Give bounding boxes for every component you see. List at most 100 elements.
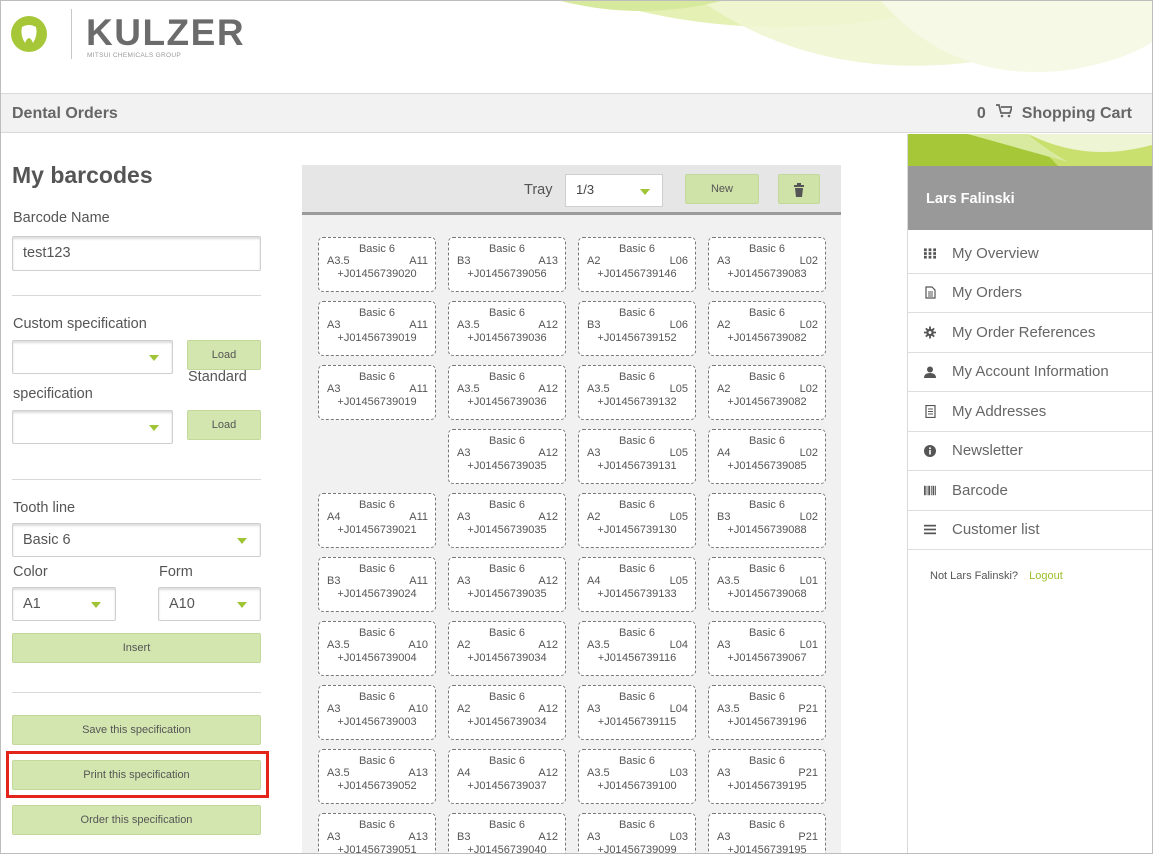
barcode-card[interactable]: Basic 6 B3 A13 +J01456739056 — [448, 237, 566, 292]
barcode-name-input[interactable]: test123 — [12, 236, 261, 271]
barcode-card[interactable]: Basic 6 A3 P21 +J01456739195 — [708, 749, 826, 804]
barcode-card[interactable]: Basic 6 B3 L02 +J01456739088 — [708, 493, 826, 548]
card-tooth-line: Basic 6 — [618, 307, 656, 319]
spec-label: specification — [13, 386, 93, 402]
sidebar-item-my-addresses[interactable]: My Addresses — [908, 392, 1152, 432]
chevron-down-icon — [237, 538, 247, 544]
card-tooth-line: Basic 6 — [748, 371, 786, 383]
barcode-card[interactable]: Basic 6 A3.5 P21 +J01456739196 — [708, 685, 826, 740]
barcode-card[interactable]: Basic 6 A3 L02 +J01456739083 — [708, 237, 826, 292]
barcode-card[interactable]: Basic 6 A3 L03 +J01456739099 — [578, 813, 696, 853]
card-tooth-line: Basic 6 — [618, 243, 656, 255]
card-form: L05 — [669, 383, 688, 395]
card-tooth-line: Basic 6 — [358, 819, 396, 831]
print-button-highlight — [6, 751, 269, 798]
card-color: B3 — [327, 575, 341, 587]
barcode-card[interactable]: Basic 6 A3 L04 +J01456739115 — [578, 685, 696, 740]
color-select[interactable]: A1 — [12, 587, 116, 621]
logout-link[interactable]: Logout — [1029, 570, 1063, 582]
barcode-card[interactable]: Basic 6 B3 A11 +J01456739024 — [318, 557, 436, 612]
card-color: A4 — [457, 767, 471, 779]
card-tooth-line: Basic 6 — [748, 499, 786, 511]
barcode-card[interactable]: Basic 6 A2 L05 +J01456739130 — [578, 493, 696, 548]
form-select[interactable]: A10 — [158, 587, 261, 621]
save-specification-button[interactable]: Save this specification — [12, 715, 261, 745]
kulzer-logo-icon[interactable] — [11, 16, 47, 52]
barcode-card[interactable]: Basic 6 A3.5 A13 +J01456739052 — [318, 749, 436, 804]
card-code: +J01456739195 — [727, 780, 807, 792]
sidebar-item-my-order-references[interactable]: My Order References — [908, 313, 1152, 353]
sidebar-item-my-orders[interactable]: My Orders — [908, 274, 1152, 313]
card-tooth-line: Basic 6 — [618, 499, 656, 511]
barcode-card[interactable]: Basic 6 A3 L01 +J01456739067 — [708, 621, 826, 676]
barcode-card[interactable]: Basic 6 A4 L05 +J01456739133 — [578, 557, 696, 612]
barcode-card[interactable]: Basic 6 A3.5 A12 +J01456739036 — [448, 365, 566, 420]
insert-button[interactable]: Insert — [12, 633, 261, 663]
barcode-card[interactable]: Basic 6 A3.5 A10 +J01456739004 — [318, 621, 436, 676]
barcode-card[interactable]: Basic 6 A3 A12 +J01456739035 — [448, 429, 566, 484]
brand-name[interactable]: KULZER — [86, 12, 245, 54]
barcode-card[interactable]: Basic 6 A3.5 L05 +J01456739132 — [578, 365, 696, 420]
barcode-card[interactable]: Basic 6 A2 L02 +J01456739082 — [708, 301, 826, 356]
tray-select[interactable]: 1/3 — [565, 174, 663, 207]
card-tooth-line: Basic 6 — [358, 563, 396, 575]
barcode-card[interactable]: Basic 6 A3 L05 +J01456739131 — [578, 429, 696, 484]
load-custom-button[interactable]: Load — [187, 340, 261, 370]
barcode-card[interactable]: Basic 6 A3.5 A11 +J01456739020 — [318, 237, 436, 292]
card-form: L06 — [669, 319, 688, 331]
barcode-card[interactable]: Basic 6 A3 A13 +J01456739051 — [318, 813, 436, 853]
sidebar-item-my-account-information[interactable]: My Account Information — [908, 353, 1152, 392]
custom-spec-select[interactable] — [12, 340, 173, 374]
sidebar-item-label: My Orders — [952, 284, 1023, 302]
card-color: A3 — [717, 831, 731, 843]
barcode-card[interactable]: Basic 6 A2 A12 +J01456739034 — [448, 685, 566, 740]
document-icon — [924, 286, 936, 299]
barcode-card[interactable]: Basic 6 A2 A12 +J01456739034 — [448, 621, 566, 676]
card-form: A11 — [409, 383, 428, 395]
barcode-card[interactable]: Basic 6 A3 A12 +J01456739035 — [448, 493, 566, 548]
card-tooth-line: Basic 6 — [748, 243, 786, 255]
barcode-card[interactable]: Basic 6 A2 L06 +J01456739146 — [578, 237, 696, 292]
barcode-card[interactable]: Basic 6 A4 A12 +J01456739037 — [448, 749, 566, 804]
barcode-card[interactable]: Basic 6 B3 L06 +J01456739152 — [578, 301, 696, 356]
standard-spec-select[interactable] — [12, 410, 173, 444]
barcode-card[interactable]: Basic 6 A3 P21 +J01456739195 — [708, 813, 826, 853]
barcode-card[interactable]: Basic 6 A3.5 L03 +J01456739100 — [578, 749, 696, 804]
barcode-card[interactable]: Basic 6 A3.5 A12 +J01456739036 — [448, 301, 566, 356]
sidebar-item-newsletter[interactable]: Newsletter — [908, 432, 1152, 471]
sidebar-item-label: My Overview — [952, 244, 1039, 262]
cart-label: Shopping Cart — [1021, 104, 1132, 122]
barcode-card[interactable]: Basic 6 A3 A11 +J01456739019 — [318, 365, 436, 420]
barcode-card[interactable]: Basic 6 A3 A12 +J01456739035 — [448, 557, 566, 612]
barcode-card[interactable]: Basic 6 A4 A11 +J01456739021 — [318, 493, 436, 548]
form-label: Form — [159, 564, 193, 580]
barcode-card[interactable]: Basic 6 A3 A10 +J01456739003 — [318, 685, 436, 740]
barcode-card[interactable]: Basic 6 A3.5 L01 +J01456739068 — [708, 557, 826, 612]
card-code: +J01456739131 — [597, 460, 677, 472]
sidebar-item-customer-list[interactable]: Customer list — [908, 511, 1152, 550]
sidebar-item-my-overview[interactable]: My Overview — [908, 234, 1152, 274]
load-standard-button[interactable]: Load — [187, 410, 261, 440]
order-specification-button[interactable]: Order this specification — [12, 805, 261, 835]
sidebar-item-barcode[interactable]: Barcode — [908, 471, 1152, 511]
card-tooth-line: Basic 6 — [748, 819, 786, 831]
barcode-card[interactable]: Basic 6 A3 A11 +J01456739019 — [318, 301, 436, 356]
card-tooth-line: Basic 6 — [358, 691, 396, 703]
card-color: A3 — [457, 447, 471, 459]
divider — [12, 479, 261, 480]
card-tooth-line: Basic 6 — [358, 243, 396, 255]
nav-title[interactable]: Dental Orders — [12, 105, 118, 123]
barcode-card[interactable]: Basic 6 A4 L02 +J01456739085 — [708, 429, 826, 484]
barcode-card[interactable]: Basic 6 A2 L02 +J01456739082 — [708, 365, 826, 420]
info-icon — [924, 444, 936, 457]
card-code: +J01456739035 — [467, 588, 547, 600]
barcode-card[interactable]: Basic 6 B3 A12 +J01456739040 — [448, 813, 566, 853]
tooth-line-select[interactable]: Basic 6 — [12, 523, 261, 557]
barcode-card[interactable]: Basic 6 A3.5 L04 +J01456739116 — [578, 621, 696, 676]
card-color: A3.5 — [717, 703, 740, 715]
delete-tray-button[interactable] — [778, 174, 820, 204]
new-tray-button[interactable]: New — [685, 174, 759, 204]
shopping-cart-link[interactable]: 0 Shopping Cart — [977, 104, 1132, 123]
list-icon — [924, 524, 936, 536]
tray-toolbar: Tray 1/3 New — [302, 165, 841, 215]
